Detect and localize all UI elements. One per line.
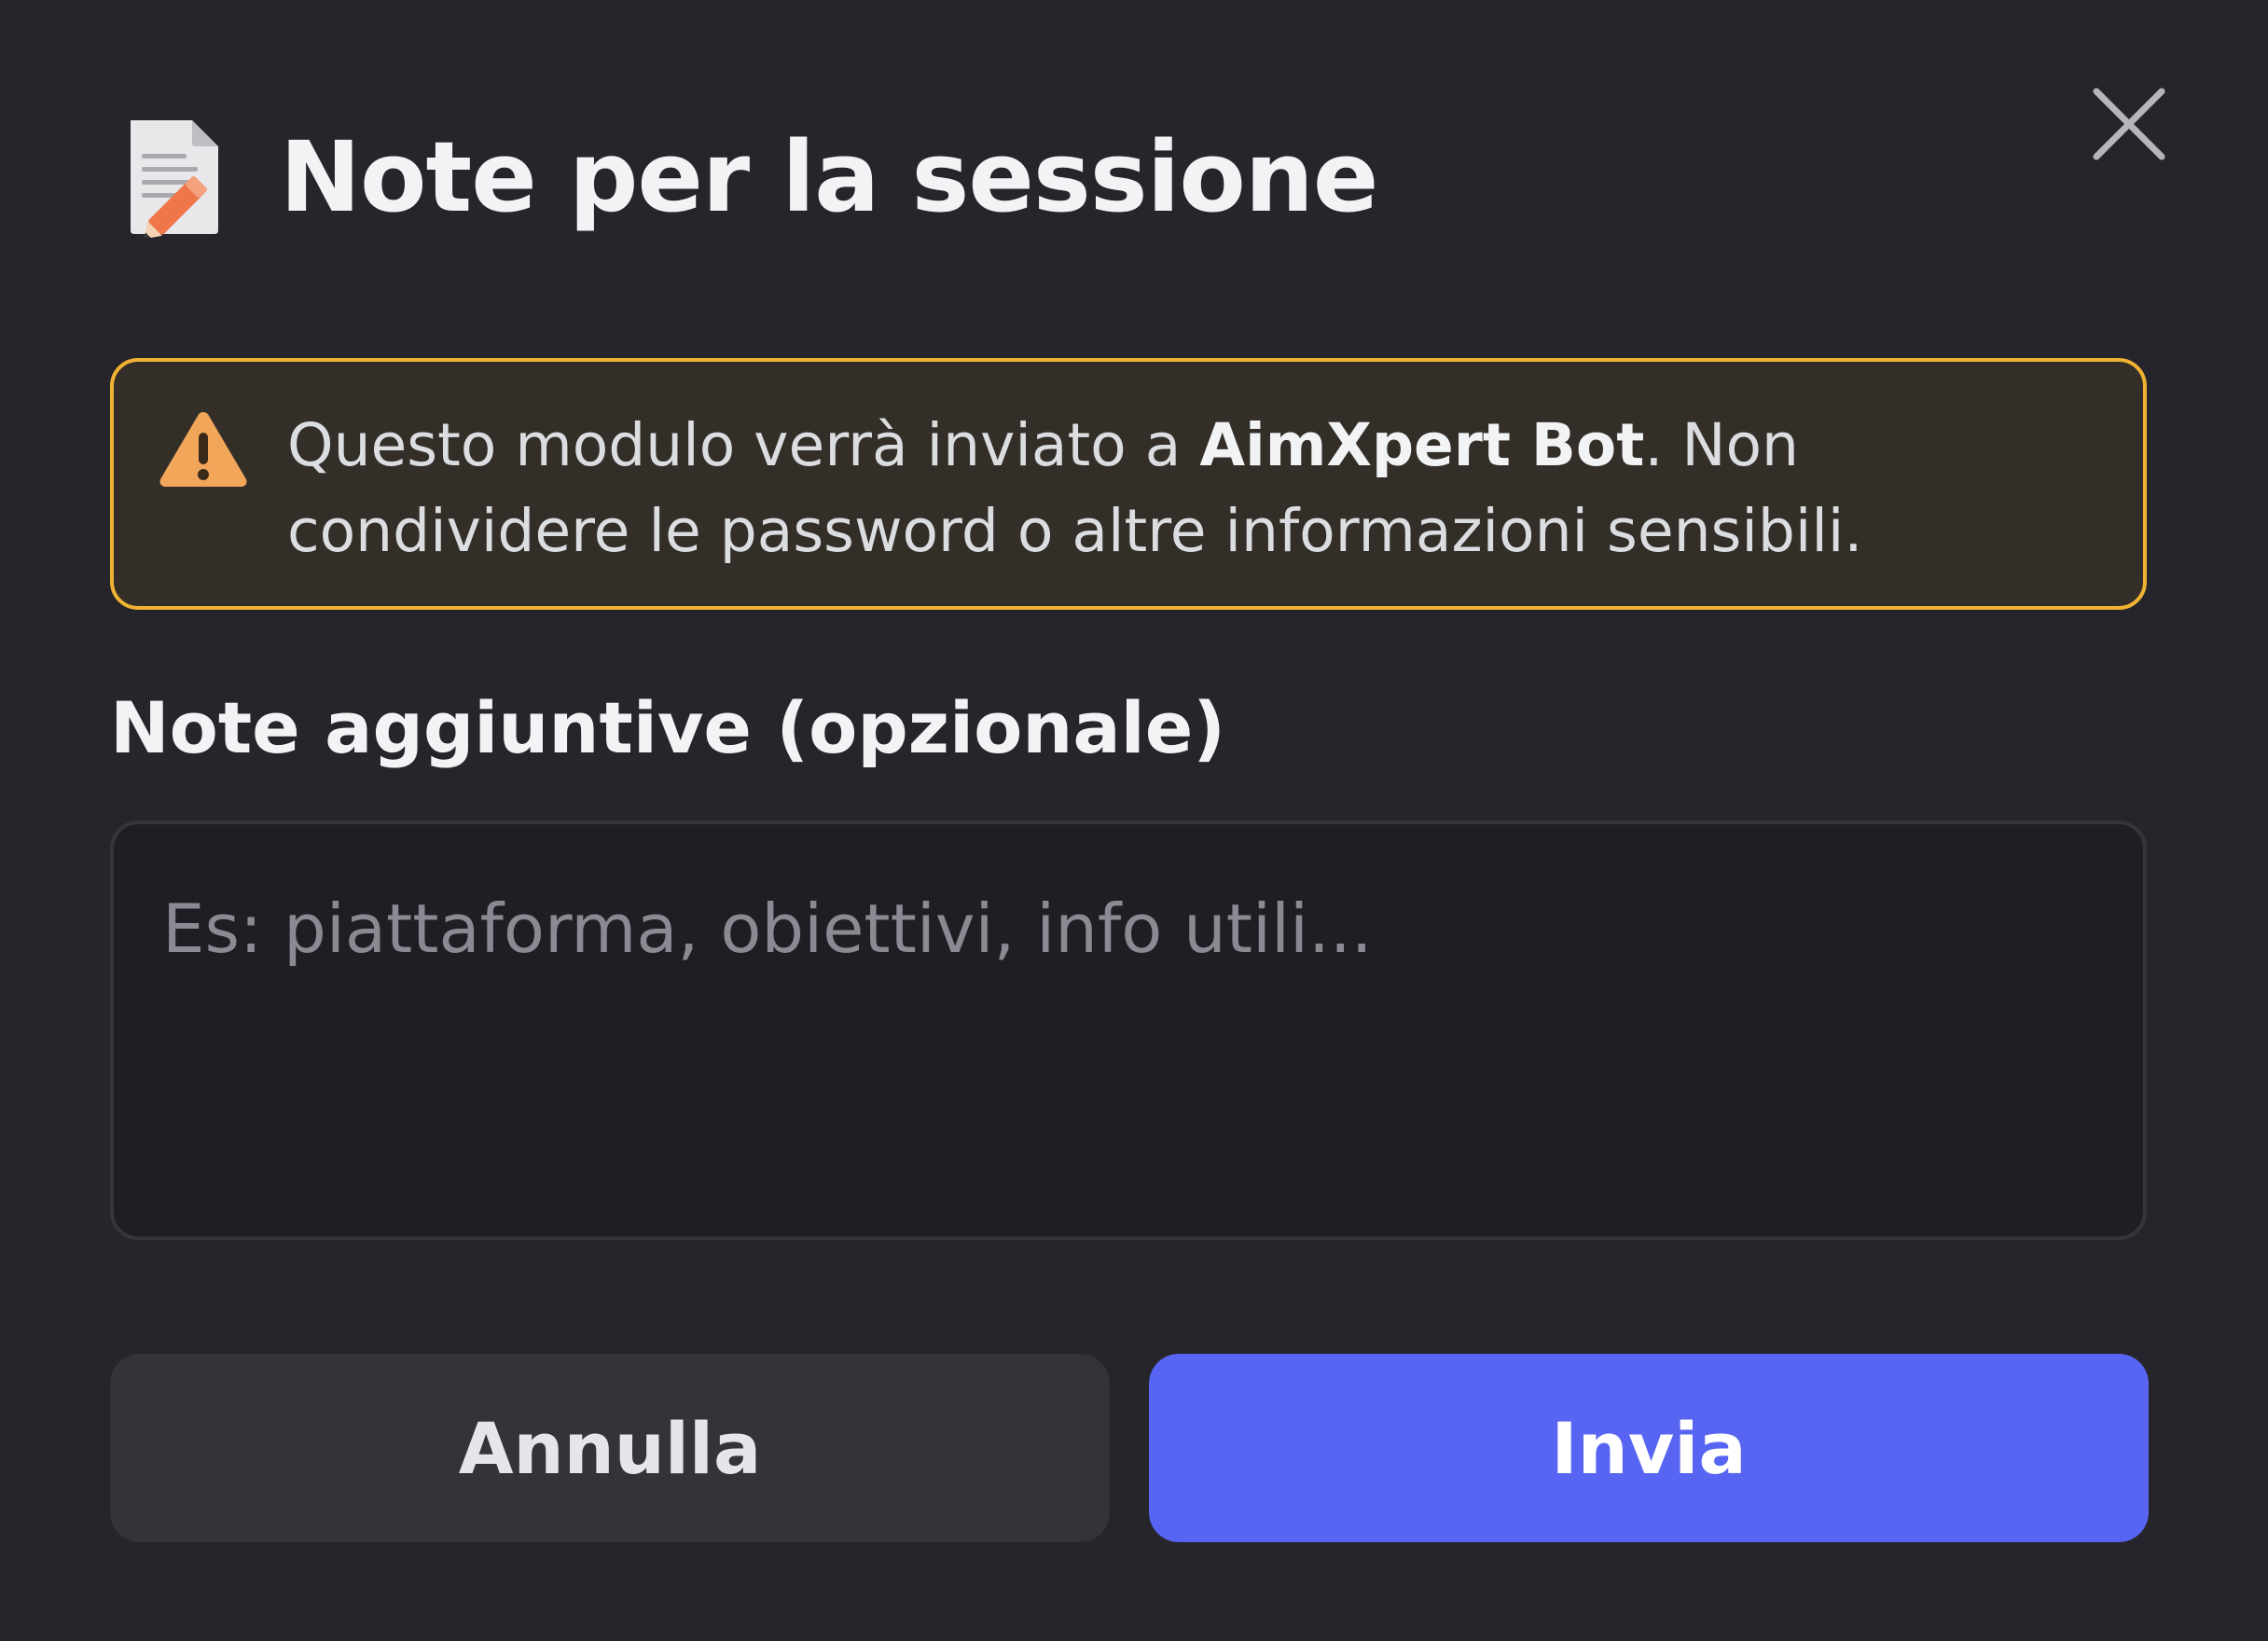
warning-banner: Questo modulo verrà inviato a AimXpert B… (110, 358, 2147, 610)
warning-text: Questo modulo verrà inviato a AimXpert B… (287, 403, 2115, 574)
modal-title: Note per la sessione (280, 120, 1378, 234)
notes-textarea[interactable] (110, 820, 2147, 1240)
cancel-button[interactable]: Annulla (110, 1354, 1110, 1542)
session-notes-modal: Note per la sessione Questo modulo verrà… (0, 0, 2268, 1641)
warning-icon (159, 412, 247, 487)
submit-button[interactable]: Invia (1149, 1354, 2149, 1542)
close-icon (2093, 88, 2165, 160)
memo-icon (131, 120, 218, 238)
close-button[interactable] (2087, 82, 2171, 166)
bot-name: AimXpert Bot (1199, 411, 1645, 479)
modal-header: Note per la sessione (123, 112, 1378, 242)
warning-text-before: Questo modulo verrà inviato a (287, 411, 1200, 479)
notes-field-label: Note aggiuntive (opzionale) (110, 686, 1225, 769)
